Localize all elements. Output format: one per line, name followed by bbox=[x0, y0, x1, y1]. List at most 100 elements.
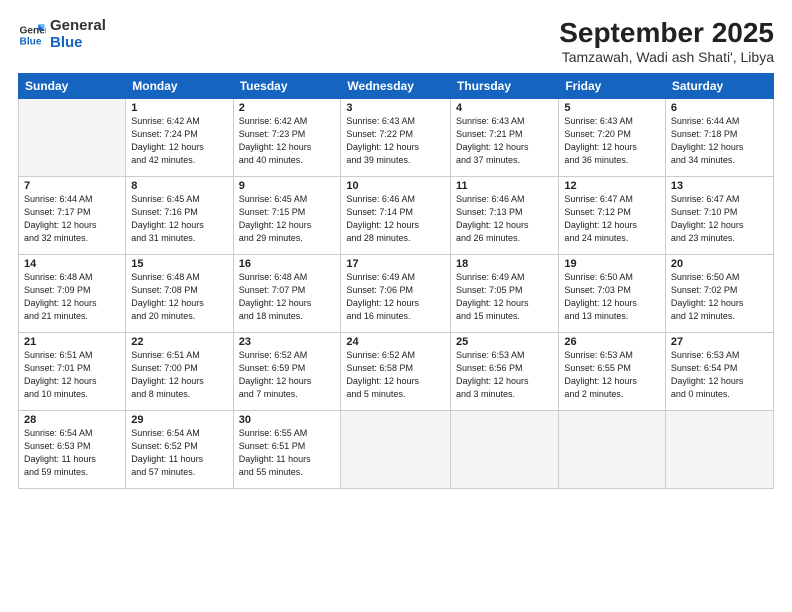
table-row: 6Sunrise: 6:44 AMSunset: 7:18 PMDaylight… bbox=[665, 98, 773, 176]
table-row: 20Sunrise: 6:50 AMSunset: 7:02 PMDayligh… bbox=[665, 254, 773, 332]
day-info: Sunrise: 6:46 AMSunset: 7:13 PMDaylight:… bbox=[456, 193, 553, 245]
day-info: Sunrise: 6:44 AMSunset: 7:18 PMDaylight:… bbox=[671, 115, 768, 167]
day-number: 29 bbox=[131, 414, 227, 426]
day-info: Sunrise: 6:52 AMSunset: 6:58 PMDaylight:… bbox=[346, 349, 445, 401]
header: General Blue General Blue September 2025… bbox=[18, 18, 774, 65]
calendar-week-row: 1Sunrise: 6:42 AMSunset: 7:24 PMDaylight… bbox=[19, 98, 774, 176]
day-info: Sunrise: 6:47 AMSunset: 7:10 PMDaylight:… bbox=[671, 193, 768, 245]
table-row bbox=[19, 98, 126, 176]
table-row: 10Sunrise: 6:46 AMSunset: 7:14 PMDayligh… bbox=[341, 176, 451, 254]
day-info: Sunrise: 6:50 AMSunset: 7:02 PMDaylight:… bbox=[671, 271, 768, 323]
day-number: 4 bbox=[456, 102, 553, 114]
day-number: 8 bbox=[131, 180, 227, 192]
day-number: 24 bbox=[346, 336, 445, 348]
month-title: September 2025 bbox=[559, 18, 774, 49]
table-row: 29Sunrise: 6:54 AMSunset: 6:52 PMDayligh… bbox=[126, 410, 233, 488]
table-row: 23Sunrise: 6:52 AMSunset: 6:59 PMDayligh… bbox=[233, 332, 341, 410]
col-friday: Friday bbox=[559, 73, 666, 98]
table-row bbox=[451, 410, 559, 488]
col-wednesday: Wednesday bbox=[341, 73, 451, 98]
table-row: 25Sunrise: 6:53 AMSunset: 6:56 PMDayligh… bbox=[451, 332, 559, 410]
day-number: 10 bbox=[346, 180, 445, 192]
day-number: 20 bbox=[671, 258, 768, 270]
table-row: 30Sunrise: 6:55 AMSunset: 6:51 PMDayligh… bbox=[233, 410, 341, 488]
table-row: 9Sunrise: 6:45 AMSunset: 7:15 PMDaylight… bbox=[233, 176, 341, 254]
table-row: 19Sunrise: 6:50 AMSunset: 7:03 PMDayligh… bbox=[559, 254, 666, 332]
calendar-week-row: 21Sunrise: 6:51 AMSunset: 7:01 PMDayligh… bbox=[19, 332, 774, 410]
day-info: Sunrise: 6:47 AMSunset: 7:12 PMDaylight:… bbox=[564, 193, 660, 245]
day-number: 6 bbox=[671, 102, 768, 114]
day-info: Sunrise: 6:45 AMSunset: 7:15 PMDaylight:… bbox=[239, 193, 336, 245]
table-row: 21Sunrise: 6:51 AMSunset: 7:01 PMDayligh… bbox=[19, 332, 126, 410]
day-number: 19 bbox=[564, 258, 660, 270]
logo-general: General bbox=[50, 17, 106, 34]
day-info: Sunrise: 6:54 AMSunset: 6:53 PMDaylight:… bbox=[24, 427, 120, 479]
day-number: 21 bbox=[24, 336, 120, 348]
day-number: 13 bbox=[671, 180, 768, 192]
table-row: 8Sunrise: 6:45 AMSunset: 7:16 PMDaylight… bbox=[126, 176, 233, 254]
day-info: Sunrise: 6:55 AMSunset: 6:51 PMDaylight:… bbox=[239, 427, 336, 479]
day-number: 16 bbox=[239, 258, 336, 270]
day-number: 14 bbox=[24, 258, 120, 270]
day-number: 7 bbox=[24, 180, 120, 192]
day-info: Sunrise: 6:43 AMSunset: 7:21 PMDaylight:… bbox=[456, 115, 553, 167]
day-info: Sunrise: 6:43 AMSunset: 7:22 PMDaylight:… bbox=[346, 115, 445, 167]
day-info: Sunrise: 6:42 AMSunset: 7:23 PMDaylight:… bbox=[239, 115, 336, 167]
col-tuesday: Tuesday bbox=[233, 73, 341, 98]
page: General Blue General Blue September 2025… bbox=[0, 0, 792, 612]
col-monday: Monday bbox=[126, 73, 233, 98]
day-number: 26 bbox=[564, 336, 660, 348]
day-info: Sunrise: 6:51 AMSunset: 7:00 PMDaylight:… bbox=[131, 349, 227, 401]
table-row: 2Sunrise: 6:42 AMSunset: 7:23 PMDaylight… bbox=[233, 98, 341, 176]
table-row: 12Sunrise: 6:47 AMSunset: 7:12 PMDayligh… bbox=[559, 176, 666, 254]
day-info: Sunrise: 6:51 AMSunset: 7:01 PMDaylight:… bbox=[24, 349, 120, 401]
day-info: Sunrise: 6:52 AMSunset: 6:59 PMDaylight:… bbox=[239, 349, 336, 401]
table-row: 16Sunrise: 6:48 AMSunset: 7:07 PMDayligh… bbox=[233, 254, 341, 332]
calendar-week-row: 7Sunrise: 6:44 AMSunset: 7:17 PMDaylight… bbox=[19, 176, 774, 254]
day-info: Sunrise: 6:45 AMSunset: 7:16 PMDaylight:… bbox=[131, 193, 227, 245]
col-saturday: Saturday bbox=[665, 73, 773, 98]
table-row bbox=[341, 410, 451, 488]
day-number: 22 bbox=[131, 336, 227, 348]
day-number: 11 bbox=[456, 180, 553, 192]
day-number: 12 bbox=[564, 180, 660, 192]
day-info: Sunrise: 6:49 AMSunset: 7:06 PMDaylight:… bbox=[346, 271, 445, 323]
table-row bbox=[559, 410, 666, 488]
table-row: 26Sunrise: 6:53 AMSunset: 6:55 PMDayligh… bbox=[559, 332, 666, 410]
table-row: 11Sunrise: 6:46 AMSunset: 7:13 PMDayligh… bbox=[451, 176, 559, 254]
logo-blue: Blue bbox=[50, 34, 83, 51]
day-info: Sunrise: 6:44 AMSunset: 7:17 PMDaylight:… bbox=[24, 193, 120, 245]
svg-text:Blue: Blue bbox=[20, 36, 42, 47]
day-info: Sunrise: 6:53 AMSunset: 6:54 PMDaylight:… bbox=[671, 349, 768, 401]
day-info: Sunrise: 6:48 AMSunset: 7:09 PMDaylight:… bbox=[24, 271, 120, 323]
day-number: 9 bbox=[239, 180, 336, 192]
logo-text: General Blue bbox=[50, 18, 106, 51]
day-number: 3 bbox=[346, 102, 445, 114]
table-row bbox=[665, 410, 773, 488]
day-number: 15 bbox=[131, 258, 227, 270]
day-number: 5 bbox=[564, 102, 660, 114]
col-sunday: Sunday bbox=[19, 73, 126, 98]
table-row: 3Sunrise: 6:43 AMSunset: 7:22 PMDaylight… bbox=[341, 98, 451, 176]
table-row: 15Sunrise: 6:48 AMSunset: 7:08 PMDayligh… bbox=[126, 254, 233, 332]
day-info: Sunrise: 6:48 AMSunset: 7:08 PMDaylight:… bbox=[131, 271, 227, 323]
table-row: 1Sunrise: 6:42 AMSunset: 7:24 PMDaylight… bbox=[126, 98, 233, 176]
day-info: Sunrise: 6:49 AMSunset: 7:05 PMDaylight:… bbox=[456, 271, 553, 323]
table-row: 5Sunrise: 6:43 AMSunset: 7:20 PMDaylight… bbox=[559, 98, 666, 176]
table-row: 7Sunrise: 6:44 AMSunset: 7:17 PMDaylight… bbox=[19, 176, 126, 254]
day-info: Sunrise: 6:53 AMSunset: 6:55 PMDaylight:… bbox=[564, 349, 660, 401]
day-info: Sunrise: 6:43 AMSunset: 7:20 PMDaylight:… bbox=[564, 115, 660, 167]
day-number: 28 bbox=[24, 414, 120, 426]
day-number: 23 bbox=[239, 336, 336, 348]
day-number: 2 bbox=[239, 102, 336, 114]
table-row: 22Sunrise: 6:51 AMSunset: 7:00 PMDayligh… bbox=[126, 332, 233, 410]
col-thursday: Thursday bbox=[451, 73, 559, 98]
table-row: 27Sunrise: 6:53 AMSunset: 6:54 PMDayligh… bbox=[665, 332, 773, 410]
day-number: 18 bbox=[456, 258, 553, 270]
table-row: 28Sunrise: 6:54 AMSunset: 6:53 PMDayligh… bbox=[19, 410, 126, 488]
day-number: 1 bbox=[131, 102, 227, 114]
day-info: Sunrise: 6:53 AMSunset: 6:56 PMDaylight:… bbox=[456, 349, 553, 401]
day-info: Sunrise: 6:42 AMSunset: 7:24 PMDaylight:… bbox=[131, 115, 227, 167]
day-number: 27 bbox=[671, 336, 768, 348]
day-info: Sunrise: 6:46 AMSunset: 7:14 PMDaylight:… bbox=[346, 193, 445, 245]
